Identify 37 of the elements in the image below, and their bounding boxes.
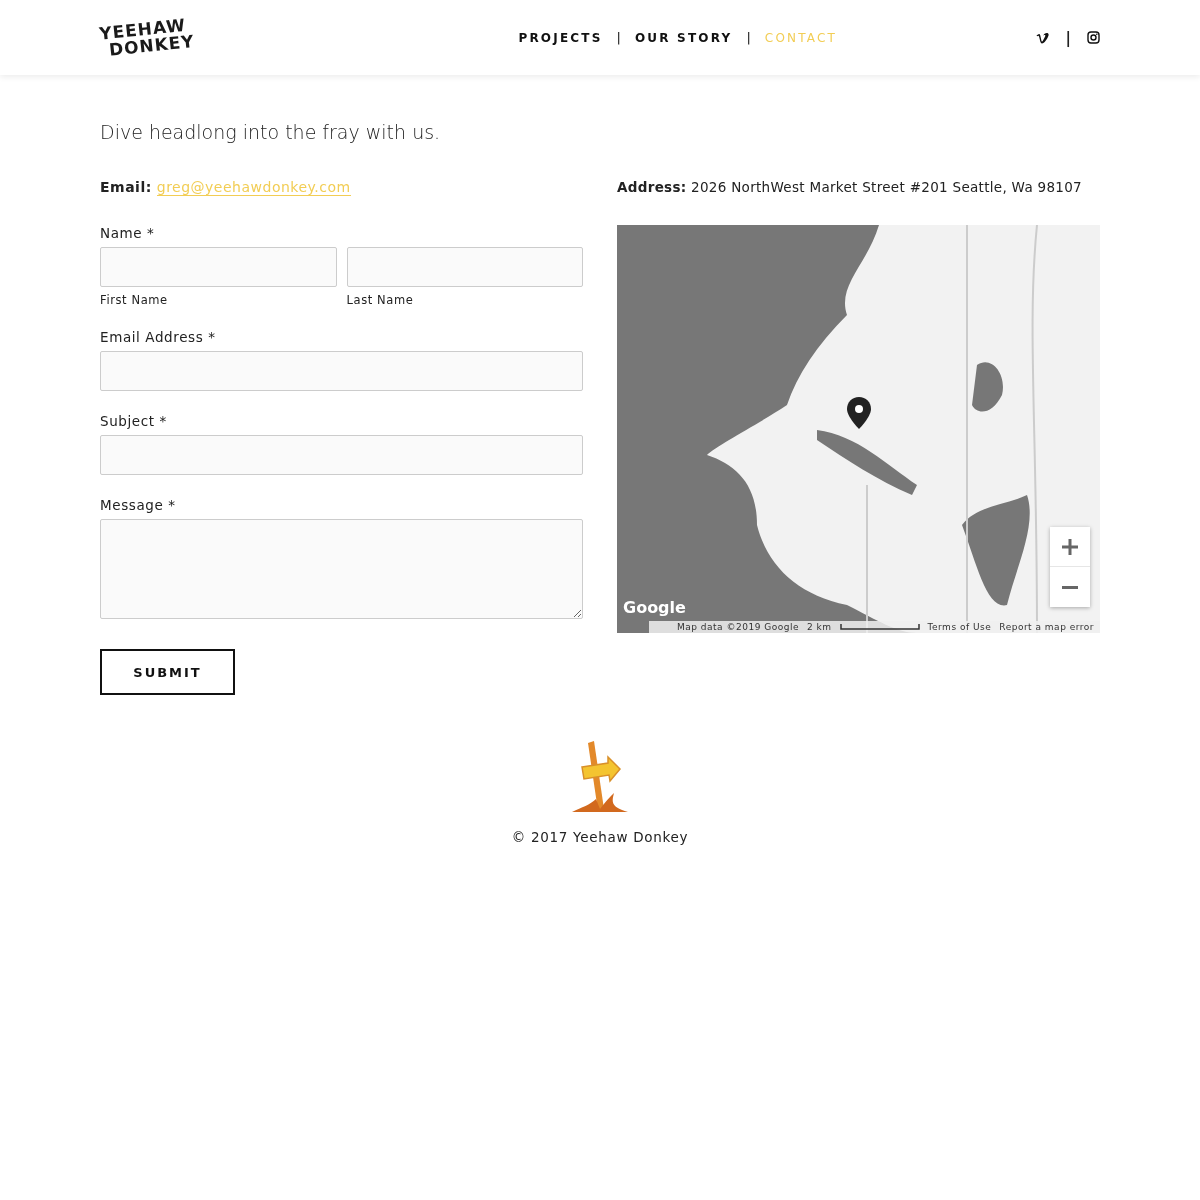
field-label: Subject * — [100, 413, 168, 429]
report-link[interactable]: Report a map error — [999, 622, 1094, 632]
zoom-in-button[interactable] — [1050, 527, 1090, 567]
scale-bar-icon — [839, 624, 920, 630]
map-attribution: Map data ©2019 Google — [677, 622, 799, 632]
input-field[interactable] — [100, 247, 337, 287]
address-text: 2026 NorthWest Market Street #201 Seattle, Wa 98107 — [691, 179, 1082, 195]
map-logo: Google — [623, 598, 686, 617]
field-sublabel: Last Name — [346, 293, 415, 307]
vimeo-icon[interactable] — [1035, 31, 1050, 44]
field-label: Message * — [100, 497, 177, 513]
field-sublabel: First Name — [100, 293, 169, 307]
submit-button[interactable]: SUBMIT — [100, 649, 235, 695]
nav-link[interactable]: OUR STORY — [634, 30, 733, 45]
copyright-text: © 2017 Yeehaw Donkey — [511, 829, 689, 845]
minus-icon — [1061, 585, 1079, 589]
input-field[interactable] — [346, 247, 583, 287]
email-label: Email: — [100, 179, 152, 195]
map-view[interactable]: Google Map data ©2019 Google 2 km Terms of Use Report a map error — [617, 225, 1100, 633]
nav-link[interactable]: PROJECTS — [518, 30, 603, 45]
address-label: Address: — [617, 179, 687, 195]
input-field[interactable] — [100, 351, 583, 391]
map-scale: 2 km — [807, 622, 832, 632]
terms-link[interactable]: Terms of Use — [927, 622, 992, 632]
logo[interactable]: YEEHAW DONKEY — [98, 15, 192, 60]
map-pin-icon — [846, 397, 872, 429]
intro-text: Dive headlong into the fray with us. — [100, 121, 442, 143]
social-separator: | — [1065, 28, 1071, 47]
field-label: Email Address * — [100, 329, 217, 345]
nav-separator: | — [746, 30, 751, 45]
plus-icon — [1061, 537, 1079, 556]
message-field[interactable] — [100, 519, 583, 619]
nav-separator: | — [616, 30, 621, 45]
field-label: Name * — [100, 225, 156, 241]
zoom-out-button[interactable] — [1050, 567, 1090, 607]
input-field[interactable] — [100, 435, 583, 475]
instagram-icon[interactable] — [1087, 31, 1100, 44]
